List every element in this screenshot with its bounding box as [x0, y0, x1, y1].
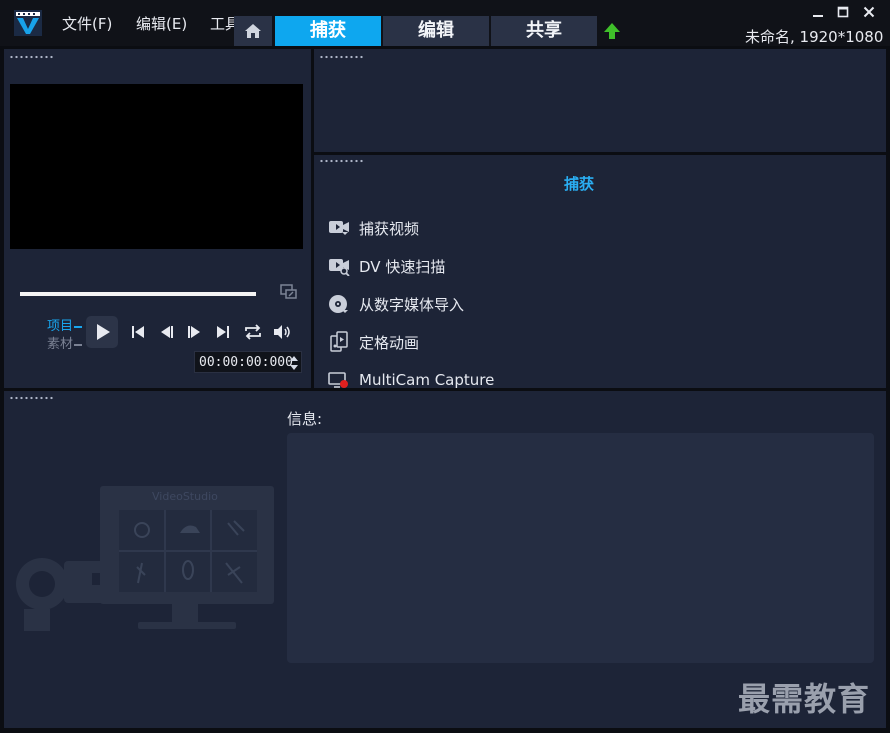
scrubber-bar[interactable] [20, 292, 256, 296]
spinner-icon[interactable] [289, 354, 299, 372]
maximize-icon [837, 6, 849, 18]
tab-edit[interactable]: 编辑 [383, 16, 489, 46]
project-info: 未命名, 1920*1080 [745, 28, 884, 46]
info-panel: VideoStudio 信息: 最需教育 [4, 391, 886, 728]
mode-indicator [74, 343, 83, 346]
menu-file[interactable]: 文件(F) [62, 13, 112, 34]
menu-edit[interactable]: 编辑(E) [136, 13, 187, 34]
resize-preview-icon[interactable] [280, 284, 298, 300]
capture-item-label: DV 快速扫描 [359, 257, 446, 276]
play-icon [97, 324, 110, 340]
mode-project[interactable]: 项目 [47, 315, 83, 334]
panel-grip[interactable] [319, 159, 365, 163]
tab-capture[interactable]: 捕获 [275, 16, 381, 46]
timecode-value: 00:00:00:000 [199, 355, 293, 370]
capture-video-icon [329, 221, 349, 235]
tab-home[interactable] [234, 16, 272, 46]
preview-screen [10, 84, 303, 249]
close-button[interactable] [860, 6, 878, 22]
timecode-field[interactable]: 00:00:00:000 [194, 351, 302, 373]
mode-clip[interactable]: 素材 [47, 333, 83, 352]
info-label: 信息: [287, 410, 323, 428]
minimize-button[interactable] [809, 6, 827, 22]
library-panel [314, 49, 886, 152]
minimize-icon [813, 15, 823, 17]
multicam-icon [328, 372, 348, 388]
maximize-button[interactable] [834, 6, 852, 22]
home-icon [245, 24, 261, 38]
info-textbox [287, 433, 874, 663]
dv-quick-scan-option[interactable]: DV 快速扫描 [328, 252, 445, 280]
capture-item-label: MultiCam Capture [359, 371, 495, 388]
capture-video-option[interactable]: 捕获视频 [328, 214, 419, 242]
stop-motion-icon [330, 331, 348, 352]
multicam-capture-option[interactable]: MultiCam Capture [328, 366, 494, 388]
next-frame-icon[interactable] [186, 324, 202, 340]
mode-clip-label: 素材 [47, 337, 74, 352]
repeat-icon[interactable] [243, 324, 263, 340]
volume-icon[interactable] [272, 324, 292, 340]
mode-project-label: 项目 [47, 319, 74, 334]
illustration-brand-label: VideoStudio [152, 490, 218, 503]
capture-item-label: 捕获视频 [359, 219, 420, 238]
tab-share[interactable]: 共享 [491, 16, 597, 46]
dv-scan-icon [329, 259, 350, 276]
go-to-end-icon[interactable] [215, 324, 231, 340]
go-to-start-icon[interactable] [130, 324, 146, 340]
panel-grip[interactable] [9, 396, 55, 400]
disc-import-icon [329, 295, 348, 313]
watermark: 最需教育 [738, 680, 871, 718]
capture-item-label: 从数字媒体导入 [359, 295, 465, 314]
panel-grip[interactable] [319, 55, 365, 59]
play-button[interactable] [86, 316, 118, 348]
capture-item-label: 定格动画 [359, 333, 420, 352]
previous-frame-icon[interactable] [159, 324, 175, 340]
videostudio-logo-icon [14, 10, 42, 36]
mode-indicator [74, 325, 83, 328]
upload-arrow-icon[interactable] [602, 21, 622, 41]
capture-options-panel: 捕获 捕获视频 DV 快速扫描 从数字媒体导入 定格动画 MultiCam Ca… [314, 155, 886, 388]
panel-grip[interactable] [9, 55, 55, 59]
capture-panel-title: 捕获 [563, 175, 594, 193]
close-icon [863, 6, 875, 18]
monitor-illustration-icon [100, 486, 274, 629]
stop-motion-option[interactable]: 定格动画 [328, 328, 419, 356]
capture-illustration [16, 486, 274, 631]
import-digital-media-option[interactable]: 从数字媒体导入 [328, 290, 464, 318]
